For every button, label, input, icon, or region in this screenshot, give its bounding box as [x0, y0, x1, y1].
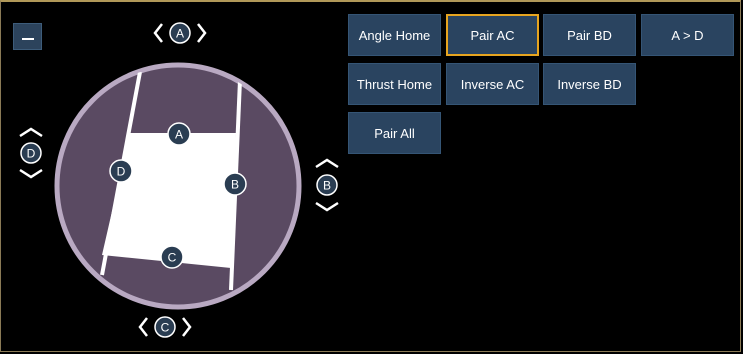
shutter-d-handle[interactable]: D — [109, 159, 133, 183]
shutter-b-handle-label: B — [231, 178, 239, 192]
shutter-d-arrow-control[interactable]: D — [19, 127, 43, 179]
shutter-b-label: B — [323, 179, 331, 193]
chevron-right-icon — [182, 317, 192, 337]
chevron-down-icon — [19, 168, 43, 179]
inverse-bd-button[interactable]: Inverse BD — [543, 63, 636, 105]
pair-bd-button[interactable]: Pair BD — [543, 14, 636, 56]
shutter-c-handle-label: C — [168, 251, 177, 265]
shutter-c-label: C — [161, 321, 170, 335]
shutter-d-label: D — [27, 147, 36, 161]
shutter-a-arrow-control[interactable]: A — [153, 22, 207, 44]
shutter-c-arrow-control[interactable]: C — [138, 316, 192, 338]
inverse-ac-button[interactable]: Inverse AC — [446, 63, 539, 105]
shutter-b-handle[interactable]: B — [223, 172, 247, 196]
chevron-right-icon — [197, 23, 207, 43]
shutter-b-arrow-control[interactable]: B — [315, 158, 339, 212]
angle-home-button[interactable]: Angle Home — [348, 14, 441, 56]
shutter-control: A D B C A D B C — [19, 22, 339, 338]
chevron-left-icon — [153, 23, 163, 43]
chevron-up-icon — [19, 127, 43, 138]
pair-all-button[interactable]: Pair All — [348, 112, 441, 154]
shutter-a-label: A — [176, 27, 184, 41]
a-to-d-button[interactable]: A > D — [641, 14, 734, 56]
shutter-d-handle-label: D — [117, 165, 126, 179]
pair-ac-button[interactable]: Pair AC — [446, 14, 539, 56]
chevron-up-icon — [315, 158, 339, 169]
chevron-left-icon — [138, 317, 148, 337]
shutter-a-handle[interactable]: A — [167, 122, 191, 146]
shutter-c-handle[interactable]: C — [160, 245, 184, 269]
shutter-a-handle-label: A — [175, 128, 183, 142]
thrust-home-button[interactable]: Thrust Home — [348, 63, 441, 105]
chevron-down-icon — [315, 201, 339, 212]
